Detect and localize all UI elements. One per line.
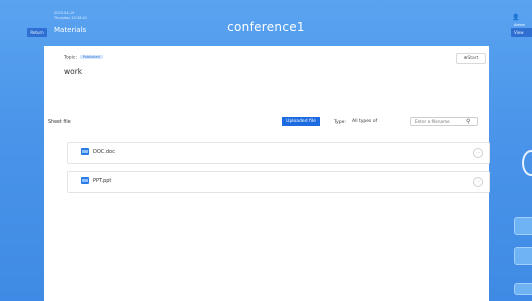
conference-title: conference1	[227, 20, 305, 34]
back-button[interactable]: Return	[27, 28, 47, 37]
conference-app: Return 2023-04-19 Thursday 15:38:41 Mate…	[0, 0, 532, 301]
topic-label: Topic:	[64, 55, 77, 61]
list-item[interactable]: PPT.ppt ⋯	[67, 171, 490, 193]
more-options-icon[interactable]: ⋯	[473, 177, 483, 187]
file-name: DOC.doc	[93, 149, 115, 155]
materials-panel: Topic: Published ⊕Start work Sheet file U…	[44, 46, 490, 301]
file-name: PPT.ppt	[93, 178, 112, 184]
list-item[interactable]: DOC.doc ⋯	[67, 142, 490, 164]
presentation-file-icon	[81, 177, 89, 184]
side-tile-icon[interactable]	[514, 217, 532, 235]
user-area[interactable]: 👤 Admin	[512, 14, 532, 28]
header: Return 2023-04-19 Thursday 15:38:41 Mate…	[0, 0, 532, 44]
search-icon[interactable]: ⚲	[466, 118, 470, 125]
side-tile-icon[interactable]	[514, 283, 532, 295]
uploaded-file-button[interactable]: Uploaded file	[282, 117, 320, 126]
right-header-button[interactable]: View	[511, 28, 532, 37]
time-text: Thursday 15:38:41	[54, 15, 88, 20]
type-select[interactable]: All types of	[352, 118, 396, 126]
section-title: Materials	[54, 26, 87, 34]
side-dial-icon[interactable]	[522, 150, 532, 176]
date-time: 2023-04-19 Thursday 15:38:41	[54, 11, 87, 20]
status-badge: Published	[79, 55, 103, 59]
document-file-icon	[81, 148, 89, 155]
type-label: Type:	[334, 120, 346, 125]
sheet-file-label: Sheet file	[48, 120, 71, 125]
start-button[interactable]: ⊕Start	[456, 53, 486, 64]
topic-value: work	[64, 67, 83, 76]
more-options-icon[interactable]: ⋯	[473, 148, 483, 158]
user-name: Admin	[514, 23, 526, 27]
side-tile-icon[interactable]	[514, 247, 532, 265]
user-icon: 👤	[512, 14, 520, 21]
topic-row: Topic: Published	[64, 55, 103, 61]
